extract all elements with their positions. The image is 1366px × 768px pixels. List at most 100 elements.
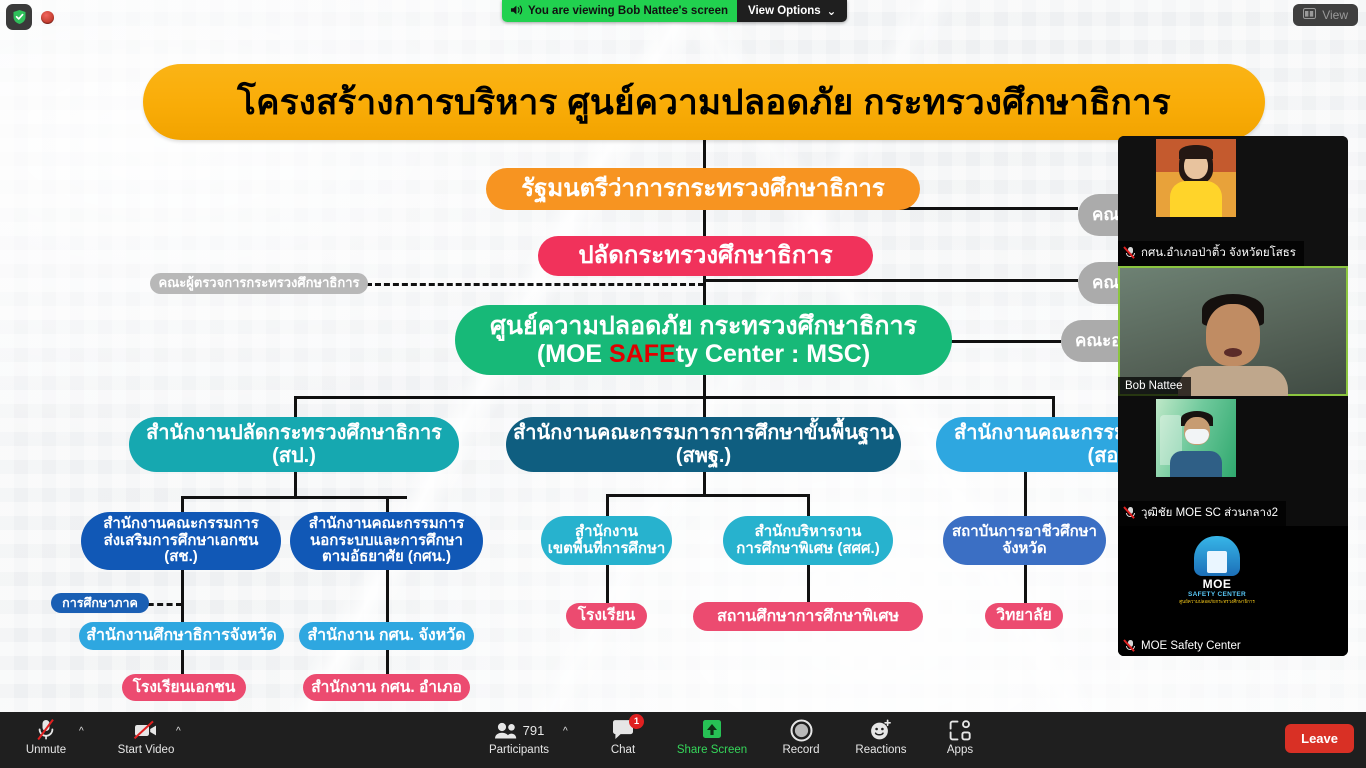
node-college: วิทยาลัย [985, 603, 1063, 629]
node-opec-line1: สำนักงานคณะกรรมการ [103, 514, 259, 532]
record-button[interactable]: Record [774, 718, 828, 764]
node-nfe: สำนักงานคณะกรรมการ นอกระบบและการศึกษา ตา… [290, 512, 483, 570]
viewing-screen-label: You are viewing Bob Nattee's screen [502, 0, 738, 22]
connector-obec-bus [606, 494, 809, 497]
node-provincial-vec: สถาบันการอาชีวศึกษา จังหวัด [943, 516, 1106, 565]
node-provincial-vec-line1: สถาบันการอาชีวศึกษา [952, 522, 1097, 540]
record-icon [790, 718, 813, 742]
node-region-edu-label: การศึกษาภาค [62, 596, 138, 610]
node-provincial-edu-office-label: สำนักงานศึกษาธิการจังหวัด [86, 627, 277, 645]
node-private-school-label: โรงเรียนเอกชน [132, 678, 236, 696]
microphone-muted-icon [1123, 506, 1136, 519]
microphone-muted-icon [1123, 639, 1136, 652]
node-nfe-provincial-label: สำนักงาน กศน. จังหวัด [307, 627, 466, 645]
moe-logo-subtitle: SAFETY CENTER [1188, 590, 1246, 598]
node-office-obec-line1: สำนักงานคณะกรรมการการศึกษาขั้นพื้นฐาน [513, 422, 894, 445]
node-inspectors-label: คณะผู้ตรวจการกระทรวงศึกษาธิการ [158, 275, 360, 291]
participant-name-plate: Bob Nattee [1118, 377, 1191, 396]
chat-button[interactable]: 1 Chat [598, 714, 648, 764]
connector-to-vec [1052, 396, 1055, 418]
participants-count: 791 [522, 722, 545, 738]
participant-tile[interactable]: กศน.อำเภอป่าติ้ว จังหวัดยโสธร [1118, 136, 1348, 266]
view-options-button[interactable]: View Options ⌄ [737, 0, 848, 22]
viewing-screen-text: You are viewing Bob Nattee's screen [528, 5, 729, 17]
node-opec: สำนักงานคณะกรรมการ ส่งเสริมการศึกษาเอกชน… [81, 512, 281, 570]
connector-ops-down [294, 470, 297, 498]
node-private-school: โรงเรียนเอกชน [122, 674, 246, 701]
node-special-school-label: สถานศึกษาการศึกษาพิเศษ [716, 607, 900, 625]
participant-name: กศน.อำเภอป่าติ้ว จังหวัดยโสธร [1141, 247, 1296, 259]
recording-indicator-icon[interactable] [41, 10, 54, 24]
node-msc-line2-safe: SAFE [609, 340, 676, 368]
apps-icon [949, 718, 972, 742]
mute-options-caret-icon[interactable]: ^ [79, 726, 84, 737]
node-permanent-secretary: ปลัดกระทรวงศึกษาธิการ [538, 236, 873, 276]
connector-opec-down [181, 570, 184, 622]
node-office-obec-line2: (สพฐ.) [675, 444, 732, 467]
node-nfe-line2: นอกระบบและการศึกษา [310, 531, 463, 549]
node-committee-3-label: คณะอ [1075, 331, 1122, 351]
leave-label: Leave [1301, 731, 1338, 746]
connector-to-special-edu [807, 494, 810, 516]
node-area-office: สำนักงาน เขตพื้นที่การศึกษา [541, 516, 672, 565]
share-screen-icon [699, 718, 725, 742]
node-opec-line3: (สช.) [164, 548, 198, 566]
participants-options-caret-icon[interactable]: ^ [563, 726, 568, 737]
connector-nfe-down [386, 570, 389, 622]
connector-nfe-prov-down [386, 648, 389, 676]
node-nfe-line1: สำนักงานคณะกรรมการ [308, 514, 465, 532]
participant-name-plate: วุฒิชัย MOE SC ส่วนกลาง2 [1118, 501, 1286, 526]
mute-label: Unmute [25, 744, 67, 756]
view-layout-button[interactable]: View [1293, 4, 1358, 26]
mute-button[interactable]: Unmute [18, 718, 74, 764]
node-provincial-edu-office: สำนักงานศึกษาธิการจังหวัด [79, 622, 284, 650]
node-msc-line1: ศูนย์ความปลอดภัย กระทรวงศึกษาธิการ [490, 312, 917, 340]
participant-name: MOE Safety Center [1141, 640, 1241, 652]
node-special-edu-line1: สำนักบริหารงาน [754, 522, 862, 540]
participants-button[interactable]: 791 Participants [487, 718, 551, 764]
connector-to-opec [181, 496, 184, 512]
connector-to-nfe [386, 496, 389, 512]
connector-to-ops [294, 396, 297, 418]
avatar [1156, 399, 1236, 477]
node-nfe-district-label: สำนักงาน กศน. อำเภอ [311, 678, 462, 696]
node-nfe-line3: ตามอัธยาศัย (กศน.) [322, 548, 451, 566]
record-label: Record [782, 744, 820, 756]
apps-button[interactable]: Apps [933, 718, 987, 764]
connector-ops-bus [181, 496, 407, 499]
chat-icon: 1 [611, 714, 644, 742]
participant-tile-active-speaker[interactable]: Bob Nattee [1118, 266, 1348, 396]
node-region-edu: การศึกษาภาค [51, 593, 149, 613]
connector-vec-down [1024, 470, 1027, 516]
reactions-button[interactable]: Reactions [847, 718, 915, 764]
participant-tile[interactable]: วุฒิชัย MOE SC ส่วนกลาง2 [1118, 396, 1348, 526]
share-screen-label: Share Screen [676, 744, 748, 756]
connector-offices-bus [294, 396, 1054, 399]
node-school-label: โรงเรียน [577, 607, 636, 625]
participant-name: วุฒิชัย MOE SC ส่วนกลาง2 [1141, 507, 1278, 519]
start-video-button[interactable]: Start Video [110, 718, 182, 764]
node-msc-line2-c: ty Center : MSC) [675, 340, 871, 368]
connector-msc-down [703, 372, 706, 398]
reactions-label: Reactions [855, 744, 907, 756]
share-screen-button[interactable]: Share Screen [672, 718, 752, 764]
connector-obec-down [703, 470, 706, 496]
participant-tile[interactable]: MOE SAFETY CENTER ศูนย์ความปลอดภัยกระทรว… [1118, 526, 1348, 656]
node-office-ops-line2: (สป.) [272, 444, 316, 467]
view-layout-label: View [1322, 8, 1348, 22]
connector-area-to-school [606, 565, 609, 603]
video-options-caret-icon[interactable]: ^ [176, 726, 181, 737]
participant-name-plate: MOE Safety Center [1118, 637, 1249, 656]
node-college-label: วิทยาลัย [996, 607, 1052, 625]
connector-to-obec [703, 396, 706, 418]
microphone-muted-icon [35, 718, 57, 742]
top-left-controls [6, 4, 54, 30]
node-msc-line2-a: (MOE [536, 340, 610, 368]
connector-inspectors-dashed [366, 283, 704, 286]
leave-button[interactable]: Leave [1285, 724, 1354, 753]
participant-name: Bob Nattee [1125, 380, 1183, 392]
connector-minister-to-perm [703, 205, 706, 240]
security-shield-icon[interactable] [6, 4, 32, 30]
connector-perm-to-msc [703, 270, 706, 310]
view-options-label: View Options [748, 5, 821, 17]
